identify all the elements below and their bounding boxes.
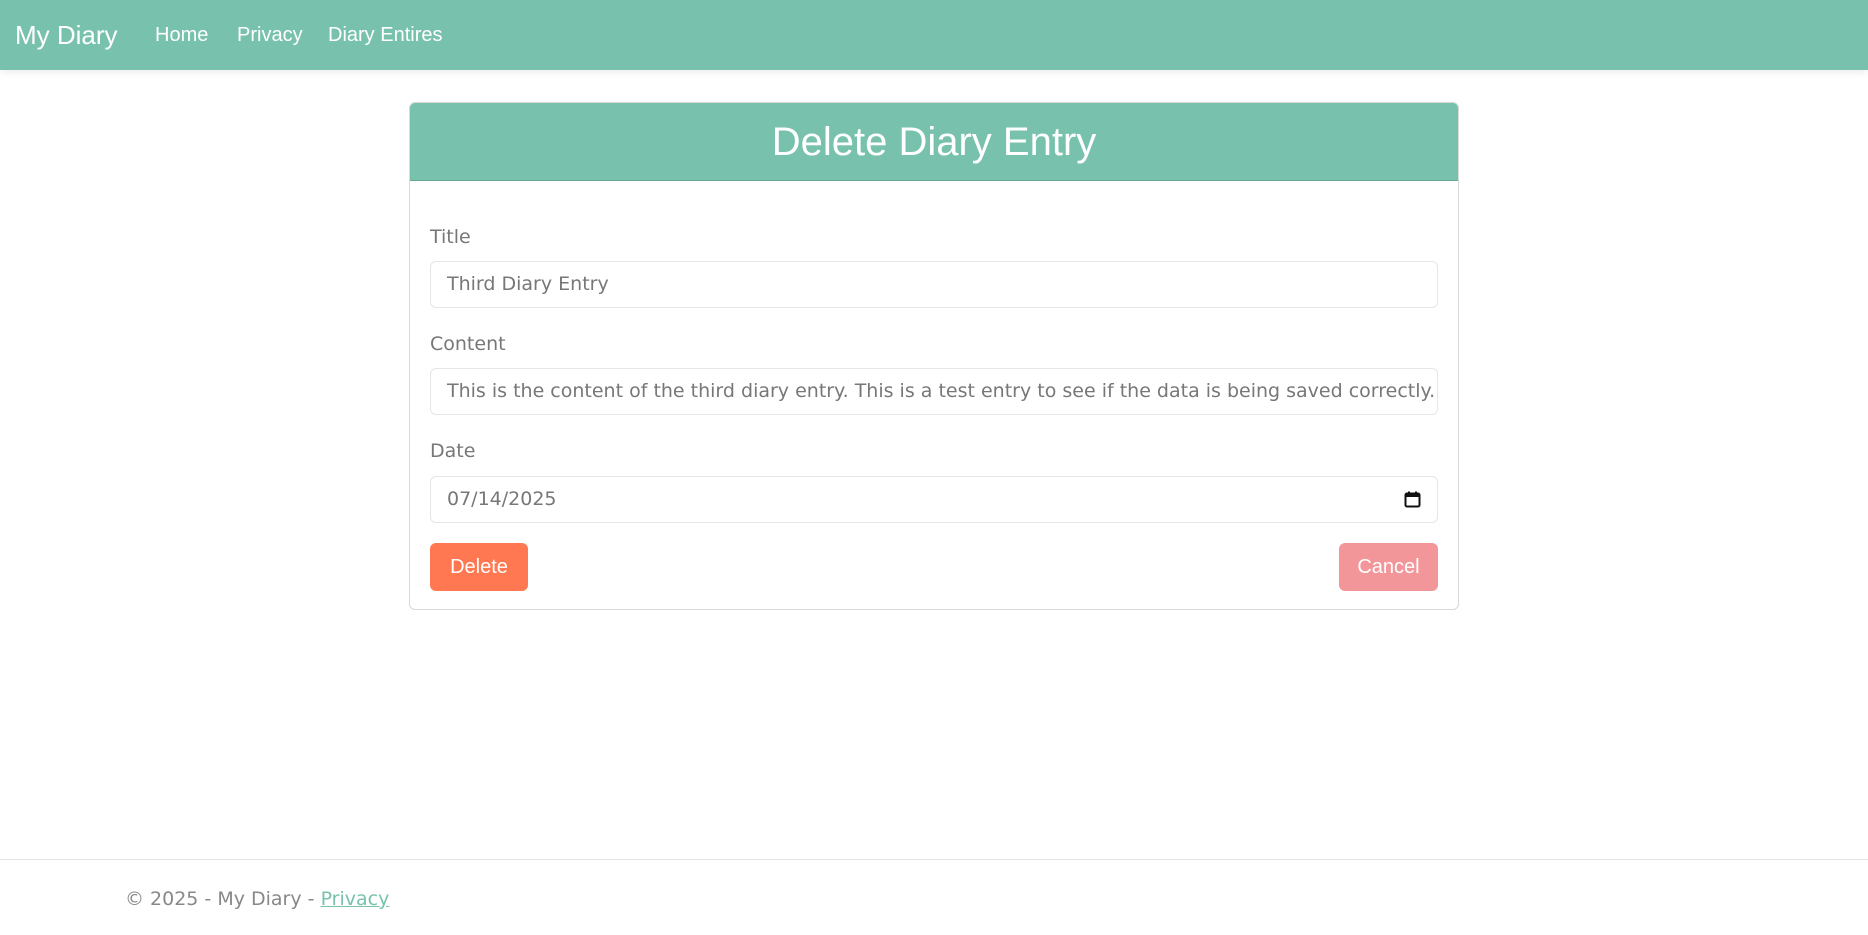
delete-button[interactable]: Delete: [430, 543, 528, 591]
card-title: Delete Diary Entry: [410, 103, 1458, 181]
title-field[interactable]: Third Diary Entry: [430, 261, 1438, 308]
content-field[interactable]: This is the content of the third diary e…: [430, 368, 1438, 415]
nav-diary-entries-link[interactable]: Diary Entires: [328, 0, 442, 70]
footer-privacy-link[interactable]: Privacy: [321, 888, 390, 910]
nav-privacy-link[interactable]: Privacy: [237, 0, 303, 70]
calendar-icon[interactable]: [1404, 491, 1421, 508]
brand-link[interactable]: My Diary: [15, 0, 118, 70]
date-value: 07/14/2025: [447, 488, 557, 510]
title-label: Title: [430, 226, 471, 248]
footer-copyright: © 2025 - My Diary -: [125, 888, 321, 910]
footer-text: © 2025 - My Diary - Privacy: [125, 888, 389, 910]
footer: © 2025 - My Diary - Privacy: [0, 859, 1868, 935]
nav-home-link[interactable]: Home: [155, 0, 208, 70]
delete-entry-card: Delete Diary Entry Title Third Diary Ent…: [409, 102, 1459, 610]
date-field[interactable]: 07/14/2025: [430, 476, 1438, 523]
date-label: Date: [430, 440, 476, 462]
navbar: My Diary Home Privacy Diary Entires: [0, 0, 1868, 70]
content-label: Content: [430, 333, 506, 355]
cancel-button[interactable]: Cancel: [1339, 543, 1438, 591]
